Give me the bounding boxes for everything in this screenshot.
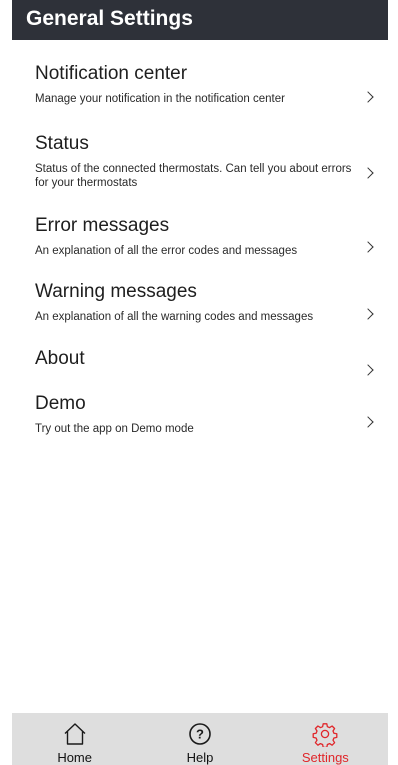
nav-item-home[interactable]: Home	[12, 713, 137, 765]
settings-item-notification-center[interactable]: Notification center Manage your notifica…	[0, 62, 398, 132]
bottom-nav: Home ? Help Settings	[12, 713, 388, 765]
settings-item-title: Warning messages	[35, 281, 197, 302]
nav-label-help: Help	[186, 750, 214, 765]
page-title: General Settings	[26, 7, 193, 30]
chevron-right-icon	[362, 307, 374, 320]
settings-item-error-messages[interactable]: Error messages An explanation of all the…	[0, 214, 398, 280]
settings-item-about[interactable]: About	[0, 347, 398, 392]
settings-item-description: An explanation of all the warning codes …	[35, 311, 314, 323]
gear-icon	[312, 721, 338, 747]
settings-item-description: Manage your notification in the notifica…	[35, 93, 285, 105]
nav-item-help[interactable]: ? Help	[137, 713, 262, 765]
settings-item-title: Error messages	[35, 215, 170, 236]
settings-item-warning-messages[interactable]: Warning messages An explanation of all t…	[0, 280, 398, 347]
settings-item-title: About	[35, 348, 85, 369]
home-icon	[62, 721, 88, 747]
settings-item-description: Status of the connected thermostats. Can…	[35, 163, 352, 189]
svg-text:?: ?	[196, 727, 204, 742]
settings-item-status[interactable]: Status Status of the connected thermosta…	[0, 132, 398, 214]
settings-item-title: Notification center	[35, 63, 188, 84]
settings-item-title: Demo	[35, 393, 86, 414]
nav-label-settings: Settings	[301, 750, 349, 765]
chevron-right-icon	[362, 363, 374, 376]
settings-item-description: Try out the app on Demo mode	[35, 423, 194, 435]
settings-item-demo[interactable]: Demo Try out the app on Demo mode	[0, 392, 398, 452]
settings-item-title: Status	[35, 133, 89, 154]
chevron-right-icon	[362, 91, 374, 103]
nav-item-settings[interactable]: Settings	[263, 713, 388, 765]
nav-label-home: Home	[57, 750, 92, 765]
header: General Settings	[12, 0, 388, 40]
chevron-right-icon	[362, 241, 374, 253]
help-icon: ?	[187, 721, 213, 747]
chevron-right-icon	[362, 416, 374, 428]
chevron-right-icon	[362, 167, 374, 179]
settings-list: Notification center Manage your notifica…	[0, 62, 398, 452]
settings-item-description: An explanation of all the error codes an…	[35, 245, 298, 257]
